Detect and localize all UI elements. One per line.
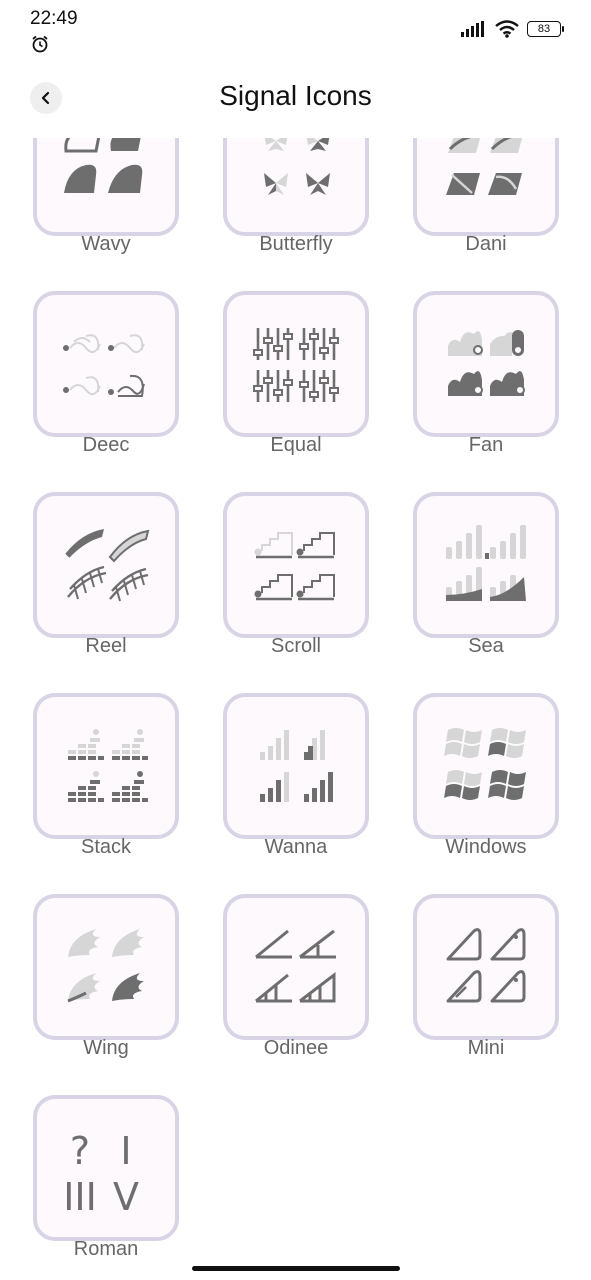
icon-option-wanna[interactable]: Wanna — [223, 693, 369, 863]
icon-option-scroll[interactable]: Scroll — [223, 492, 369, 662]
icon-tile — [223, 894, 369, 1040]
cellular-signal-icon — [461, 21, 484, 37]
icon-option-butterfly[interactable]: Butterfly — [223, 138, 369, 260]
icon-label: Fan — [468, 434, 504, 456]
icon-option-wing[interactable]: Wing — [33, 894, 179, 1064]
sea-icon — [446, 525, 526, 601]
icon-label: Reel — [85, 635, 127, 657]
icon-option-reel[interactable]: Reel — [33, 492, 179, 662]
icon-option-sea[interactable]: Sea — [413, 492, 559, 662]
icon-tile — [33, 138, 179, 236]
icon-option-roman[interactable]: ? I III V Roman — [33, 1095, 179, 1265]
roman-glyph-one: I — [120, 1129, 131, 1173]
page-title: Signal Icons — [219, 80, 372, 111]
icon-label: Wing — [83, 1037, 129, 1059]
icon-option-windows[interactable]: Windows — [413, 693, 559, 863]
icon-label: Dani — [465, 233, 507, 255]
windows-icon — [444, 728, 526, 800]
deec-icon — [63, 334, 145, 397]
roman-glyph-unknown: ? — [70, 1129, 90, 1173]
icon-option-equal[interactable]: Equal — [223, 291, 369, 461]
header: Signal Icons — [0, 70, 591, 126]
icon-label: Scroll — [270, 635, 321, 657]
mini-icon — [446, 928, 526, 1003]
status-time: 22:49 — [30, 8, 78, 29]
icon-label: Deec — [82, 434, 130, 456]
icon-grid-viewport[interactable]: Wavy Butterfly Dani Deec Equal Fan Reel … — [0, 138, 591, 1268]
icon-tile — [223, 492, 369, 638]
icon-label: Roman — [73, 1238, 139, 1260]
status-bar: 22:49 83 — [0, 0, 591, 56]
icon-label: Mini — [467, 1037, 505, 1059]
battery-indicator: 83 — [527, 21, 564, 37]
icon-option-stack[interactable]: Stack — [33, 693, 179, 863]
equal-icon — [253, 328, 339, 402]
fan-icon — [448, 330, 525, 396]
icon-label: Stack — [80, 836, 132, 858]
icon-label: Butterfly — [259, 233, 333, 255]
dani-icon — [446, 138, 523, 195]
wifi-icon — [495, 20, 519, 38]
icon-option-fan[interactable]: Fan — [413, 291, 559, 461]
icon-tile — [33, 492, 179, 638]
icon-tile — [413, 138, 559, 236]
icon-tile — [33, 894, 179, 1040]
icon-tile — [223, 138, 369, 236]
wing-icon — [67, 929, 144, 1003]
icon-tile — [413, 492, 559, 638]
icon-tile — [33, 291, 179, 437]
icon-label: Sea — [468, 635, 504, 657]
icon-option-mini[interactable]: Mini — [413, 894, 559, 1064]
icon-option-odinee[interactable]: Odinee — [223, 894, 369, 1064]
icon-label: Wavy — [81, 233, 131, 255]
home-indicator[interactable] — [192, 1266, 400, 1271]
roman-glyph-three: III — [63, 1175, 97, 1218]
reel-icon — [65, 529, 150, 602]
roman-icon: ? I III V — [63, 1129, 139, 1218]
icon-option-dani[interactable]: Dani — [413, 138, 559, 260]
butterfly-icon — [264, 138, 330, 195]
roman-glyph-five: V — [113, 1175, 139, 1218]
icon-label: Windows — [445, 836, 527, 858]
icon-tile — [33, 693, 179, 839]
icon-label: Wanna — [264, 836, 328, 858]
icon-label: Odinee — [263, 1037, 329, 1059]
icon-tile — [413, 693, 559, 839]
icon-tile — [223, 693, 369, 839]
alarm-clock-icon — [32, 35, 48, 53]
stack-icon — [68, 729, 148, 802]
icon-label: Equal — [270, 434, 322, 456]
icon-tile — [223, 291, 369, 437]
icon-option-deec[interactable]: Deec — [33, 291, 179, 461]
icon-tile — [413, 894, 559, 1040]
icon-tile — [413, 291, 559, 437]
wavy-icon — [64, 138, 143, 193]
icon-option-wavy[interactable]: Wavy — [33, 138, 179, 260]
scroll-icon — [254, 532, 335, 601]
system-icons: 83 — [461, 20, 564, 38]
icon-tile: ? I III V — [33, 1095, 179, 1241]
wanna-icon — [260, 730, 333, 802]
odinee-icon — [255, 929, 336, 1003]
